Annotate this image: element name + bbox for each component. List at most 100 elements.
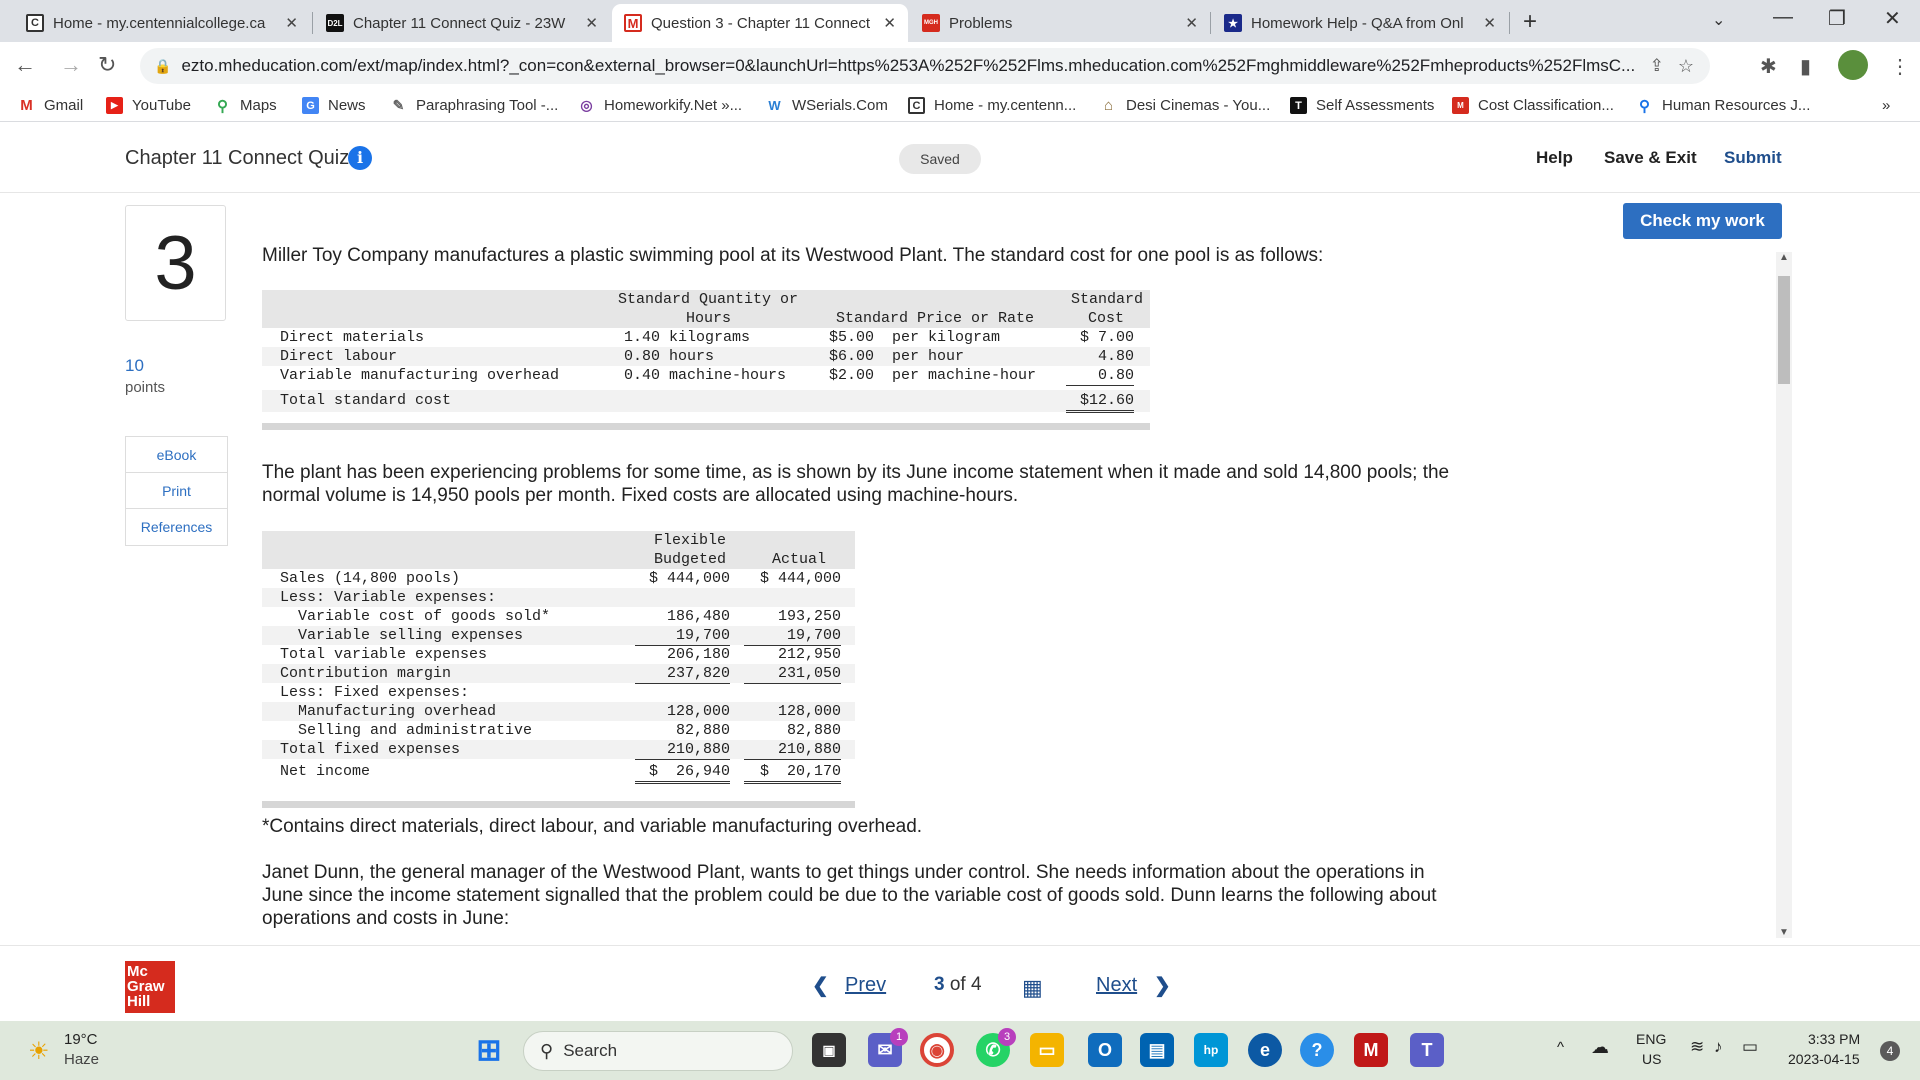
youtube-icon: ▶ — [106, 97, 123, 114]
mcafee-icon[interactable]: M — [1354, 1033, 1388, 1067]
standard-cost-table: Standard Quantity or Hours Standard Pric… — [262, 290, 1150, 430]
total-cost: $12.60 — [1066, 391, 1134, 413]
row-label: Net income — [280, 763, 371, 780]
menu-kebab-icon[interactable]: ⋮ — [1890, 54, 1910, 79]
tab-search-icon[interactable]: ⌄ — [1712, 10, 1725, 30]
window-close-icon[interactable]: ✕ — [1884, 6, 1901, 31]
bookmark-desi-cinemas[interactable]: ⌂ Desi Cinemas - You... — [1100, 97, 1270, 114]
file-explorer-icon[interactable]: ▭ — [1030, 1033, 1064, 1067]
language-code[interactable]: ENG — [1636, 1031, 1666, 1047]
onedrive-icon[interactable]: ☁ — [1591, 1037, 1609, 1058]
tab-d2l-quiz[interactable]: D2L Chapter 11 Connect Quiz - 23W ✕ — [314, 4, 610, 42]
windows-start-icon[interactable]: ⊞ — [472, 1033, 506, 1067]
question-intro: Miller Toy Company manufactures a plasti… — [262, 245, 1324, 266]
ebook-link[interactable]: eBook — [126, 437, 227, 473]
table-row: Total variable expenses 206,180 212,950 — [262, 645, 855, 665]
extensions-icon[interactable]: ✱ — [1760, 54, 1777, 79]
notification-count-badge[interactable]: 4 — [1880, 1041, 1900, 1061]
tab-question-3[interactable]: M Question 3 - Chapter 11 Connect ✕ — [612, 4, 908, 42]
scroll-up-icon[interactable]: ▲ — [1776, 252, 1792, 263]
row-label: Selling and administrative — [298, 722, 533, 739]
bookmark-homeworkify[interactable]: ◎ Homeworkify.Net »... — [578, 97, 742, 114]
references-link[interactable]: References — [126, 509, 227, 545]
save-exit-link[interactable]: Save & Exit — [1604, 148, 1697, 168]
store-icon[interactable]: ▤ — [1140, 1033, 1174, 1067]
row-actual: 128,000 — [777, 703, 841, 720]
bookmark-home-centennial[interactable]: C Home - my.centenn... — [908, 97, 1076, 114]
bookmark-gmail[interactable]: M Gmail — [18, 97, 83, 114]
address-bar[interactable]: 🔒 ezto.mheducation.com/ext/map/index.htm… — [140, 48, 1710, 84]
clock-time[interactable]: 3:33 PM — [1808, 1031, 1860, 1047]
messenger-icon[interactable]: ✉ 1 — [868, 1028, 908, 1067]
submit-link[interactable]: Submit — [1724, 148, 1782, 168]
close-icon[interactable]: ✕ — [1483, 14, 1496, 32]
bookmark-cost-classification[interactable]: M Cost Classification... — [1452, 97, 1614, 114]
taskbar-search-input[interactable]: ⚲ Search — [523, 1031, 793, 1071]
question-paragraph-2: The plant has been experiencing problems… — [262, 462, 1450, 506]
help-icon[interactable]: ? — [1300, 1033, 1334, 1067]
wifi-icon[interactable]: ≋ — [1690, 1037, 1704, 1057]
bookmark-paraphrasing[interactable]: ✎ Paraphrasing Tool -... — [390, 97, 558, 114]
hp-icon[interactable]: hp — [1194, 1033, 1228, 1067]
share-icon[interactable]: ⇪ — [1650, 56, 1664, 76]
sidebar-icon[interactable]: ▮ — [1800, 54, 1811, 79]
close-icon[interactable]: ✕ — [285, 14, 298, 32]
profile-avatar[interactable] — [1838, 50, 1868, 80]
table-row: Less: Fixed expenses: — [262, 683, 855, 702]
page-indicator[interactable]: 3 of 4 — [934, 974, 982, 996]
tab-title: Chapter 11 Connect Quiz - 23W — [353, 14, 566, 32]
tab-problems[interactable]: MGH Problems ✕ — [910, 4, 1210, 42]
row-flex: $ 26,940 — [635, 762, 730, 784]
bookmark-self-assessments[interactable]: T Self Assessments — [1290, 97, 1434, 114]
info-icon[interactable]: i — [348, 146, 372, 170]
row-actual: $ 20,170 — [744, 762, 841, 784]
reload-icon[interactable]: ↻ — [98, 52, 116, 78]
scroll-thumb[interactable] — [1778, 276, 1790, 384]
volume-icon[interactable]: ♪ — [1714, 1037, 1723, 1057]
bookmark-star-icon[interactable]: ☆ — [1678, 56, 1694, 77]
table-total-row: Total standard cost $12.60 — [262, 390, 1150, 413]
clock-date[interactable]: 2023-04-15 — [1788, 1051, 1860, 1067]
grid-icon[interactable]: ▦ — [1022, 975, 1043, 1001]
battery-icon[interactable]: ▭ — [1742, 1037, 1758, 1057]
new-tab-button[interactable]: + — [1523, 8, 1537, 36]
bookmark-wserials[interactable]: W WSerials.Com — [766, 97, 888, 114]
back-icon[interactable]: ← — [14, 52, 36, 78]
chevron-right-icon[interactable]: ❯ — [1154, 973, 1171, 998]
tray-expand-icon[interactable]: ^ — [1557, 1039, 1564, 1056]
next-link[interactable]: Next — [1096, 974, 1137, 997]
whatsapp-icon[interactable]: ✆ 3 — [976, 1028, 1016, 1067]
outlook-icon[interactable]: O — [1088, 1033, 1122, 1067]
teams-icon[interactable]: T — [1410, 1033, 1444, 1067]
close-icon[interactable]: ✕ — [1185, 14, 1198, 32]
minimize-icon[interactable]: — — [1773, 6, 1793, 29]
bookmark-news[interactable]: G News — [302, 97, 366, 114]
bookmark-human-resources[interactable]: ⚲ Human Resources J... — [1636, 97, 1810, 115]
scroll-down-icon[interactable]: ▼ — [1776, 927, 1792, 938]
close-icon[interactable]: ✕ — [585, 14, 598, 32]
bookmarks-overflow-icon[interactable]: » — [1882, 97, 1890, 114]
print-link[interactable]: Print — [126, 473, 227, 509]
chevron-left-icon[interactable]: ❮ — [812, 973, 829, 998]
homeworkify-icon: ◎ — [578, 97, 595, 114]
bookmark-maps[interactable]: ⚲ Maps — [214, 97, 277, 115]
weather-icon[interactable]: ☀ — [28, 1037, 50, 1066]
table-row: Manufacturing overhead 128,000 128,000 — [262, 702, 855, 721]
bookmark-youtube[interactable]: ▶ YouTube — [106, 97, 191, 114]
help-link[interactable]: Help — [1536, 148, 1573, 168]
prev-link[interactable]: Prev — [845, 974, 886, 997]
tab-homework-help[interactable]: ★ Homework Help - Q&A from Onl ✕ — [1212, 4, 1508, 42]
language-region[interactable]: US — [1642, 1051, 1661, 1067]
tab-title: Home - my.centennialcollege.ca — [53, 14, 266, 32]
row-actual: 82,880 — [744, 721, 841, 741]
row-actual: 212,950 — [744, 645, 841, 665]
check-my-work-button[interactable]: Check my work — [1623, 203, 1782, 239]
restore-icon[interactable]: ❐ — [1828, 6, 1846, 31]
task-view-icon[interactable]: ▣ — [812, 1033, 846, 1067]
content-scrollbar[interactable]: ▲ ▼ — [1776, 252, 1792, 938]
edge-icon[interactable]: e — [1248, 1033, 1282, 1067]
chrome-icon[interactable]: ◉ — [920, 1033, 954, 1067]
close-icon[interactable]: ✕ — [883, 14, 896, 32]
forward-icon[interactable]: → — [60, 52, 82, 78]
tab-home-centennial[interactable]: C Home - my.centennialcollege.ca ✕ — [14, 4, 310, 42]
